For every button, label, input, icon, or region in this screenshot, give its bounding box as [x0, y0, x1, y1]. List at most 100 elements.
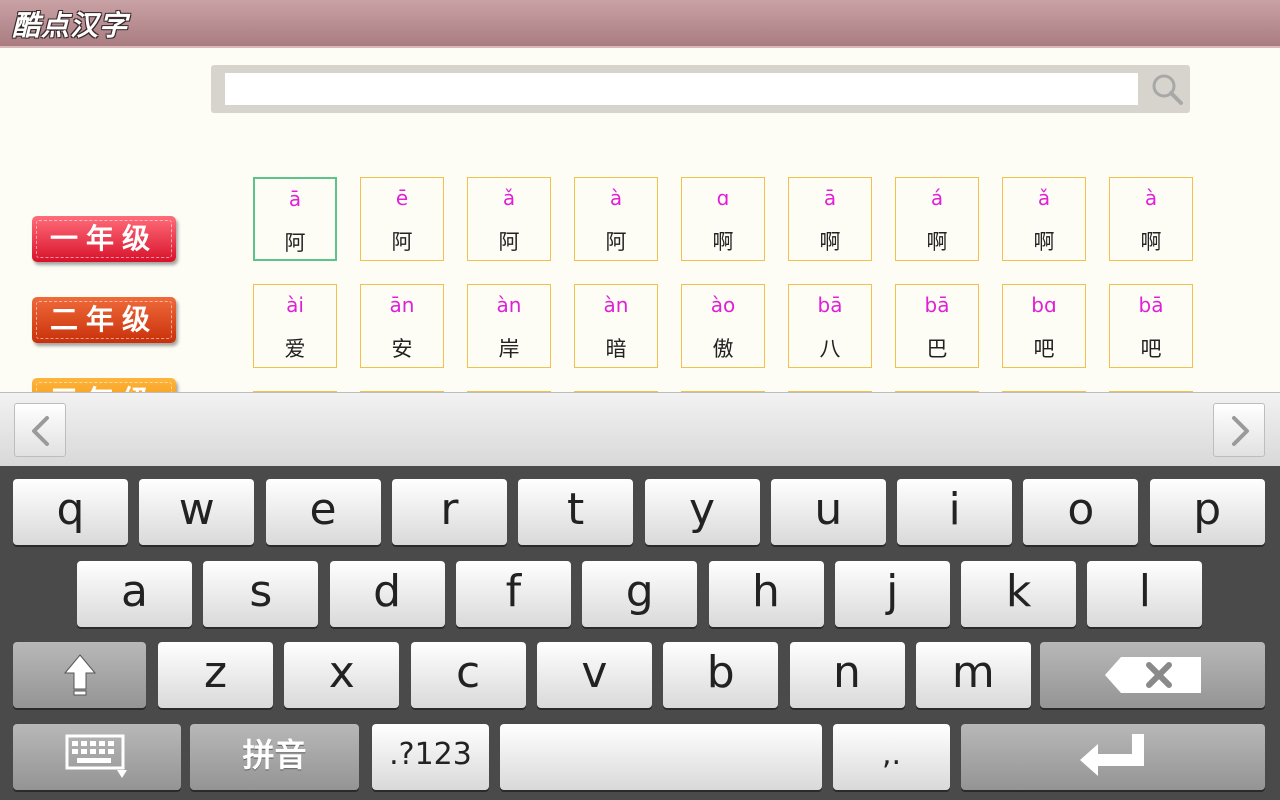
grade-3-button[interactable]: 三年级	[32, 378, 176, 392]
shift-key[interactable]	[13, 642, 146, 708]
chevron-right-icon	[1232, 416, 1249, 446]
char-cell[interactable]: ā啊	[788, 177, 872, 261]
key-label: e	[309, 484, 337, 535]
char-hanzi: 啊	[712, 230, 734, 254]
key-u[interactable]: u	[770, 479, 886, 545]
char-pinyin: ài	[286, 293, 304, 317]
punctuation-key-label: ,.	[881, 737, 902, 772]
char-cell[interactable]: bā 八	[788, 284, 872, 368]
candidate-bar	[0, 392, 1280, 467]
key-m[interactable]: m	[915, 642, 1031, 708]
key-label: d	[373, 566, 402, 617]
char-cell[interactable]: ào 傲	[681, 284, 765, 368]
char-cell[interactable]: à啊	[1109, 177, 1193, 261]
key-r[interactable]: r	[391, 479, 507, 545]
key-a[interactable]: a	[77, 561, 192, 627]
char-hanzi: 啊	[819, 230, 841, 254]
char-hanzi: 爱	[284, 337, 306, 361]
key-label: k	[1005, 566, 1032, 617]
key-q[interactable]: q	[13, 479, 128, 545]
char-pinyin: bā	[1138, 293, 1164, 317]
char-hanzi: 阿	[605, 230, 627, 254]
key-n[interactable]: n	[789, 642, 905, 708]
key-k[interactable]: k	[961, 561, 1077, 627]
grade-1-button[interactable]: 一年级	[32, 216, 176, 262]
key-t[interactable]: t	[518, 479, 634, 545]
space-key[interactable]	[500, 724, 822, 790]
grade-label: 二年级	[49, 303, 158, 336]
key-z[interactable]: z	[158, 642, 273, 708]
char-pinyin: bā	[817, 293, 843, 317]
key-label: o	[1067, 484, 1095, 535]
symbols-key[interactable]: .?123	[372, 724, 489, 790]
key-d[interactable]: d	[329, 561, 445, 627]
char-hanzi: 阿	[284, 231, 306, 255]
char-pinyin: àn	[496, 293, 522, 317]
key-label: q	[56, 484, 85, 535]
shift-arrow-icon	[63, 654, 96, 696]
key-j[interactable]: j	[834, 561, 950, 627]
char-pinyin: ē	[395, 186, 409, 210]
char-hanzi: 阿	[391, 230, 413, 254]
key-w[interactable]: w	[139, 479, 255, 545]
char-pinyin: ān	[389, 293, 415, 317]
char-hanzi: 巴	[926, 337, 948, 361]
key-c[interactable]: c	[410, 642, 526, 708]
pinyin-key[interactable]: 拼音	[190, 724, 359, 790]
char-cell[interactable]: bɑ 吧	[1002, 284, 1086, 368]
char-cell[interactable]: bā 巴	[895, 284, 979, 368]
char-cell[interactable]: ē阿	[360, 177, 444, 261]
content-area[interactable]: 一年级 二年级 三年级 ā阿ē阿ǎ阿à阿ɑ啊ā啊á啊ǎ啊à啊ài爱ān安àn岸à…	[0, 48, 1280, 392]
char-hanzi: 啊	[1033, 230, 1055, 254]
char-hanzi: 啊	[1140, 230, 1162, 254]
key-l[interactable]: l	[1087, 561, 1203, 627]
char-pinyin: à	[609, 186, 623, 210]
key-i[interactable]: i	[897, 479, 1013, 545]
key-y[interactable]: y	[644, 479, 760, 545]
key-label: y	[688, 484, 716, 535]
char-cell[interactable]: ān 安	[360, 284, 444, 368]
char-cell[interactable]: ā阿	[253, 177, 337, 261]
char-cell[interactable]: bā 吧	[1109, 284, 1193, 368]
enter-key[interactable]	[961, 724, 1265, 790]
key-o[interactable]: o	[1023, 479, 1139, 545]
key-label: t	[567, 484, 585, 535]
key-b[interactable]: b	[663, 642, 779, 708]
key-label: i	[948, 484, 961, 535]
key-p[interactable]: p	[1149, 479, 1265, 545]
next-page-button[interactable]	[1213, 403, 1265, 457]
key-label: b	[706, 647, 735, 698]
char-cell[interactable]: ɑ啊	[681, 177, 765, 261]
key-f[interactable]: f	[455, 561, 571, 627]
key-v[interactable]: v	[536, 642, 652, 708]
char-cell[interactable]: ǎ啊	[1002, 177, 1086, 261]
char-cell[interactable]: á啊	[895, 177, 979, 261]
grade-2-button[interactable]: 二年级	[32, 297, 176, 343]
search-icon[interactable]	[1149, 71, 1185, 107]
char-hanzi: 傲	[712, 337, 734, 361]
key-label: c	[455, 647, 481, 698]
char-cell[interactable]: ǎ阿	[467, 177, 551, 261]
backspace-icon	[1104, 657, 1201, 693]
key-s[interactable]: s	[203, 561, 319, 627]
key-label: g	[625, 566, 654, 617]
key-g[interactable]: g	[582, 561, 698, 627]
backspace-key[interactable]	[1040, 642, 1265, 708]
char-pinyin: àn	[603, 293, 629, 317]
char-cell[interactable]: àn 岸	[467, 284, 551, 368]
hide-keyboard-key[interactable]	[13, 724, 181, 790]
prev-page-button[interactable]	[14, 403, 66, 457]
key-h[interactable]: h	[708, 561, 824, 627]
key-label: h	[752, 566, 780, 617]
key-x[interactable]: x	[284, 642, 400, 708]
key-label: f	[505, 566, 522, 617]
char-pinyin: ɑ	[716, 186, 730, 210]
punctuation-key[interactable]: ,.	[833, 724, 950, 790]
search-input[interactable]	[225, 73, 1138, 105]
char-cell[interactable]: à阿	[574, 177, 658, 261]
char-cell[interactable]: àn 暗	[574, 284, 658, 368]
char-cell[interactable]: ài 爱	[253, 284, 337, 368]
keyboard-hide-icon	[65, 734, 127, 778]
key-e[interactable]: e	[265, 479, 381, 545]
key-label: z	[203, 647, 228, 698]
